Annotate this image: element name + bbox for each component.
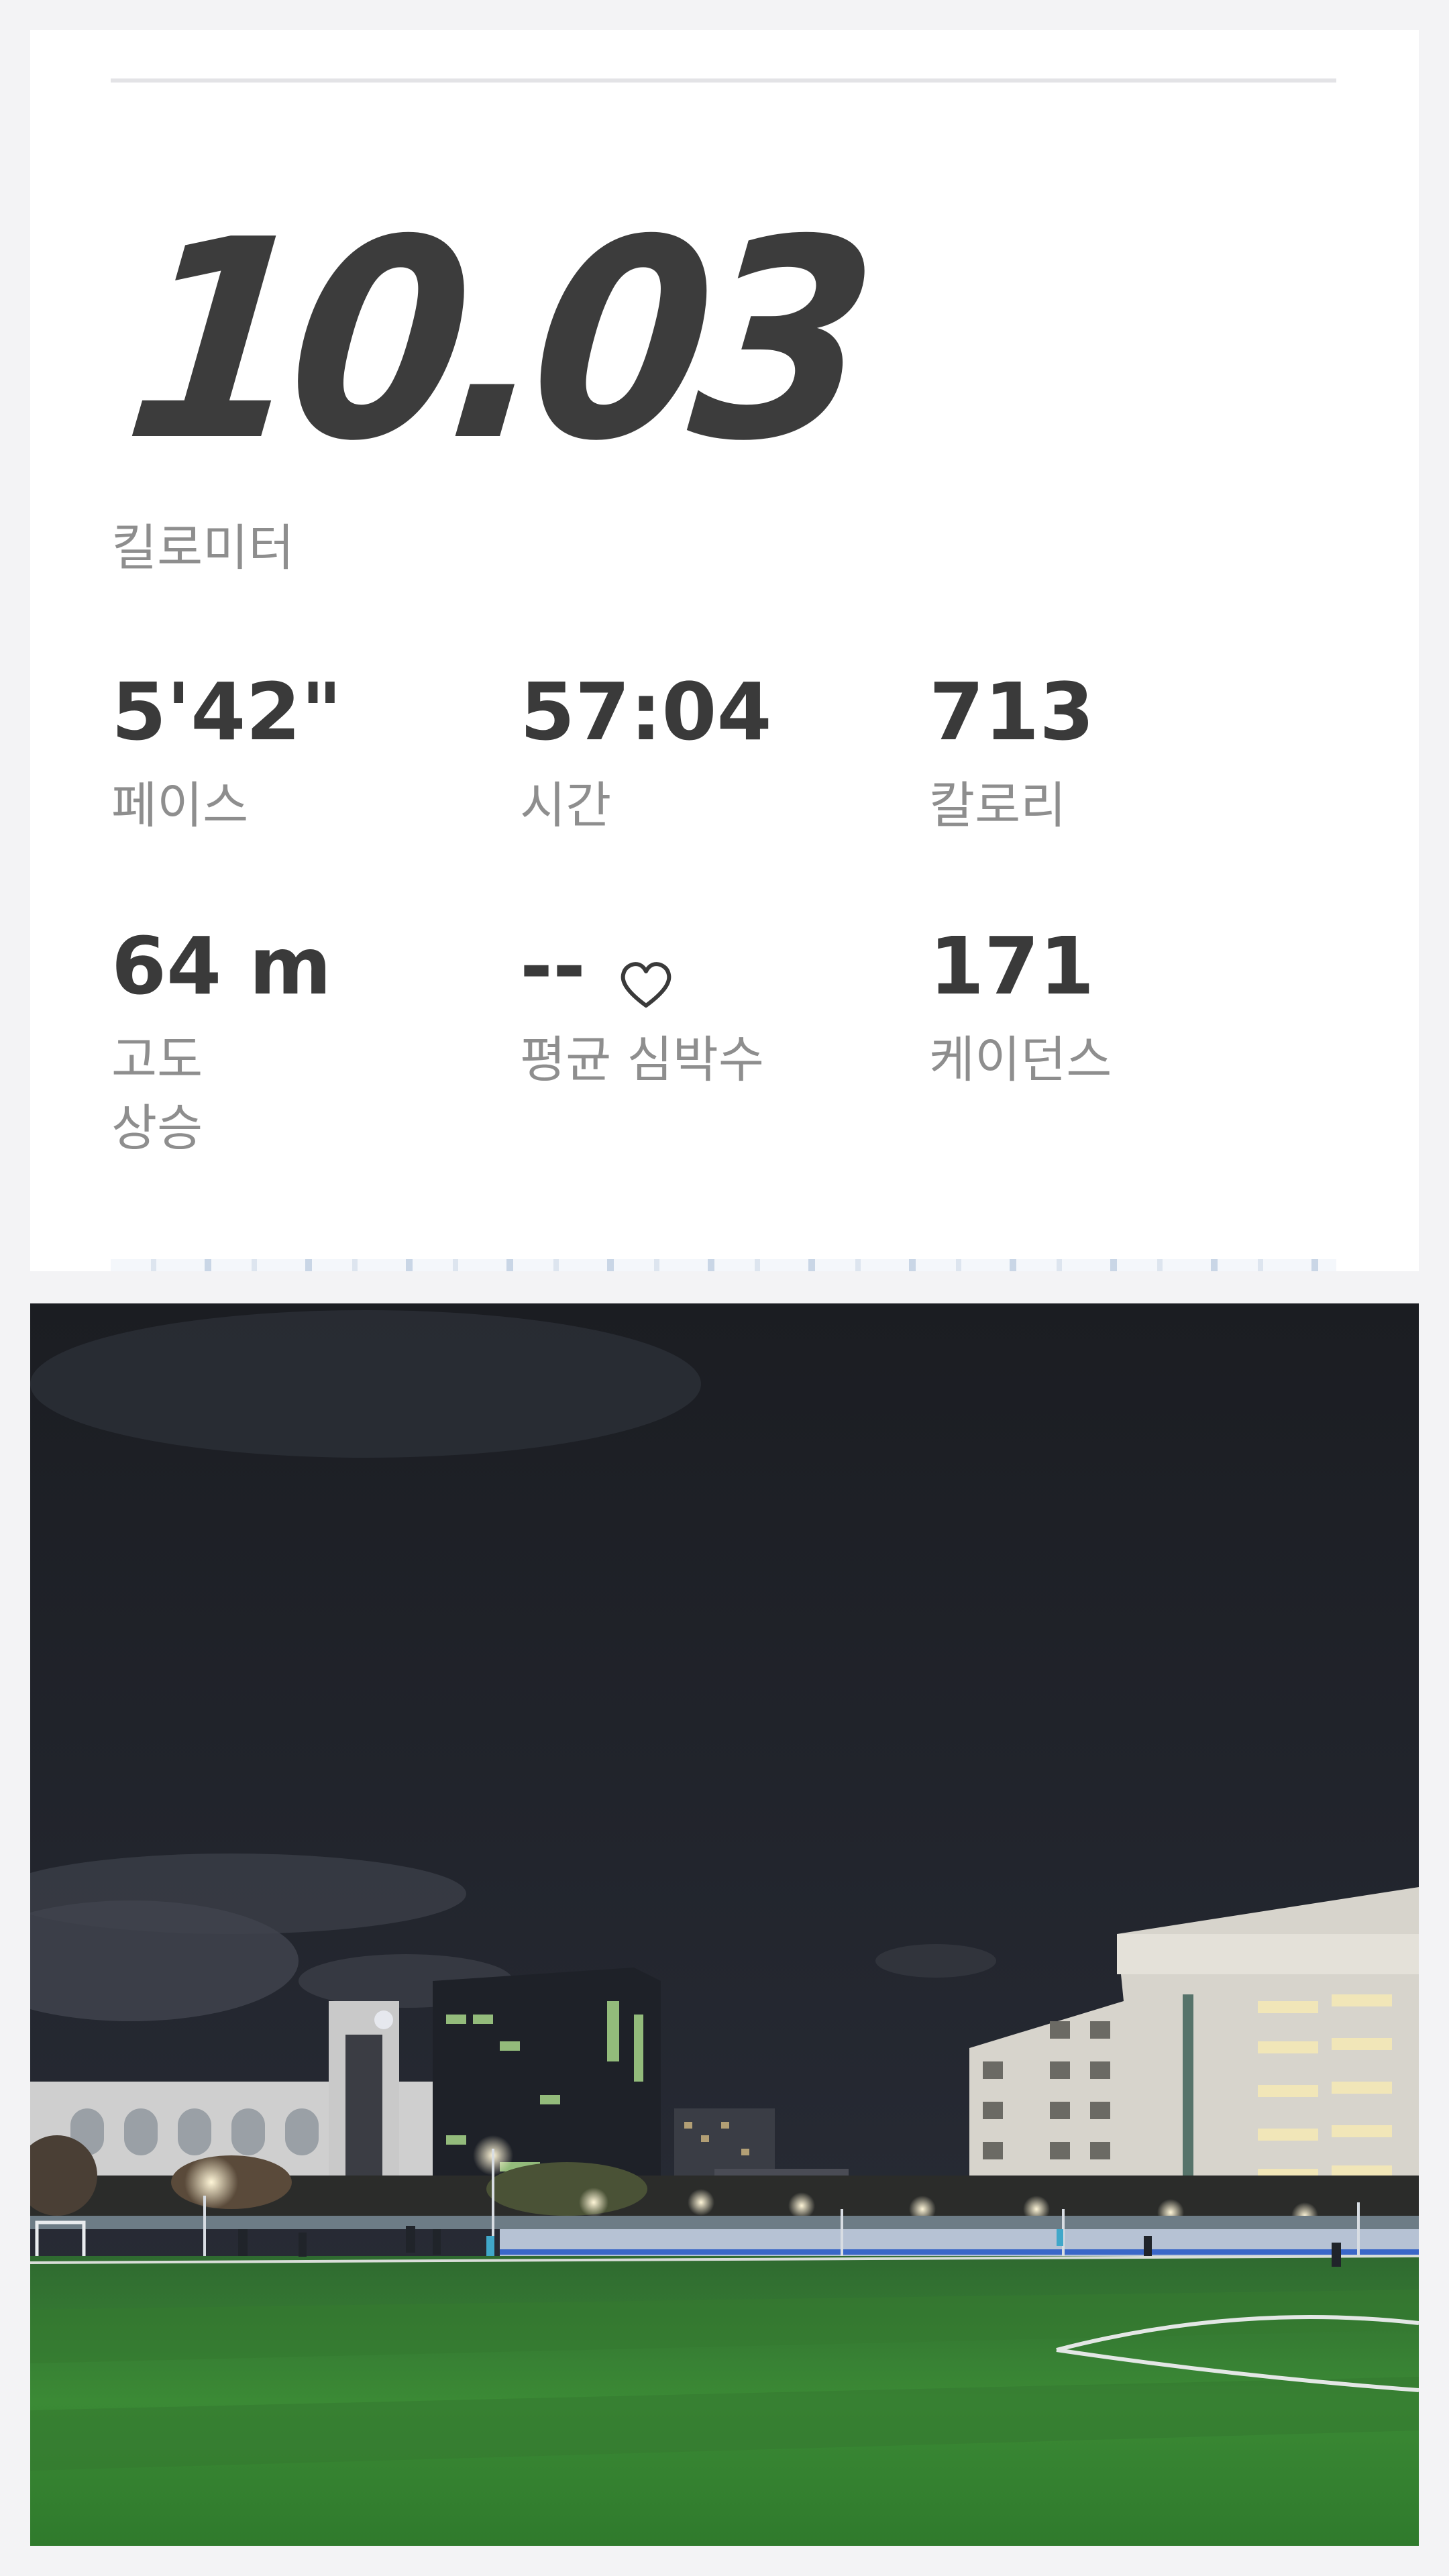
avg-heart-rate-label: 평균 심박수	[520, 1031, 764, 1089]
elevation-gain-value: 64 m	[111, 920, 332, 1012]
stat-pace: 5'42" 페이스	[111, 672, 487, 840]
avg-heart-rate-value: --	[520, 920, 586, 1012]
heart-outline-icon	[619, 945, 673, 1008]
cadence-label: 케이던스	[929, 1031, 1112, 1089]
pace-label: 페이스	[111, 777, 249, 835]
elevation-gain-label: 고도 상승	[111, 1031, 203, 1158]
avg-heart-rate-value-row: --	[520, 920, 896, 1012]
distance-unit-label: 킬로미터	[111, 519, 294, 577]
pace-value: 5'42"	[111, 665, 342, 758]
stat-cadence: 171 케이던스	[929, 926, 1305, 1094]
run-summary-card: 10.03 킬로미터 5'42" 페이스 57:04 시간 713 칼로리 64…	[30, 30, 1419, 1271]
cadence-value: 171	[929, 920, 1095, 1012]
distance-value: 10.03	[114, 180, 875, 501]
calories-value: 713	[929, 665, 1095, 758]
top-divider	[111, 78, 1336, 83]
stat-time: 57:04 시간	[520, 672, 896, 840]
calories-label: 칼로리	[929, 777, 1067, 835]
stat-calories: 713 칼로리	[929, 672, 1305, 840]
time-label: 시간	[520, 777, 612, 835]
time-value: 57:04	[520, 665, 772, 758]
stat-elevation-gain: 64 m 고도 상승	[111, 926, 487, 1163]
route-map-peek	[111, 1259, 1336, 1271]
stat-avg-heart-rate: -- 평균 심박수	[520, 926, 896, 1094]
night-stadium-photo	[30, 1303, 1419, 2546]
